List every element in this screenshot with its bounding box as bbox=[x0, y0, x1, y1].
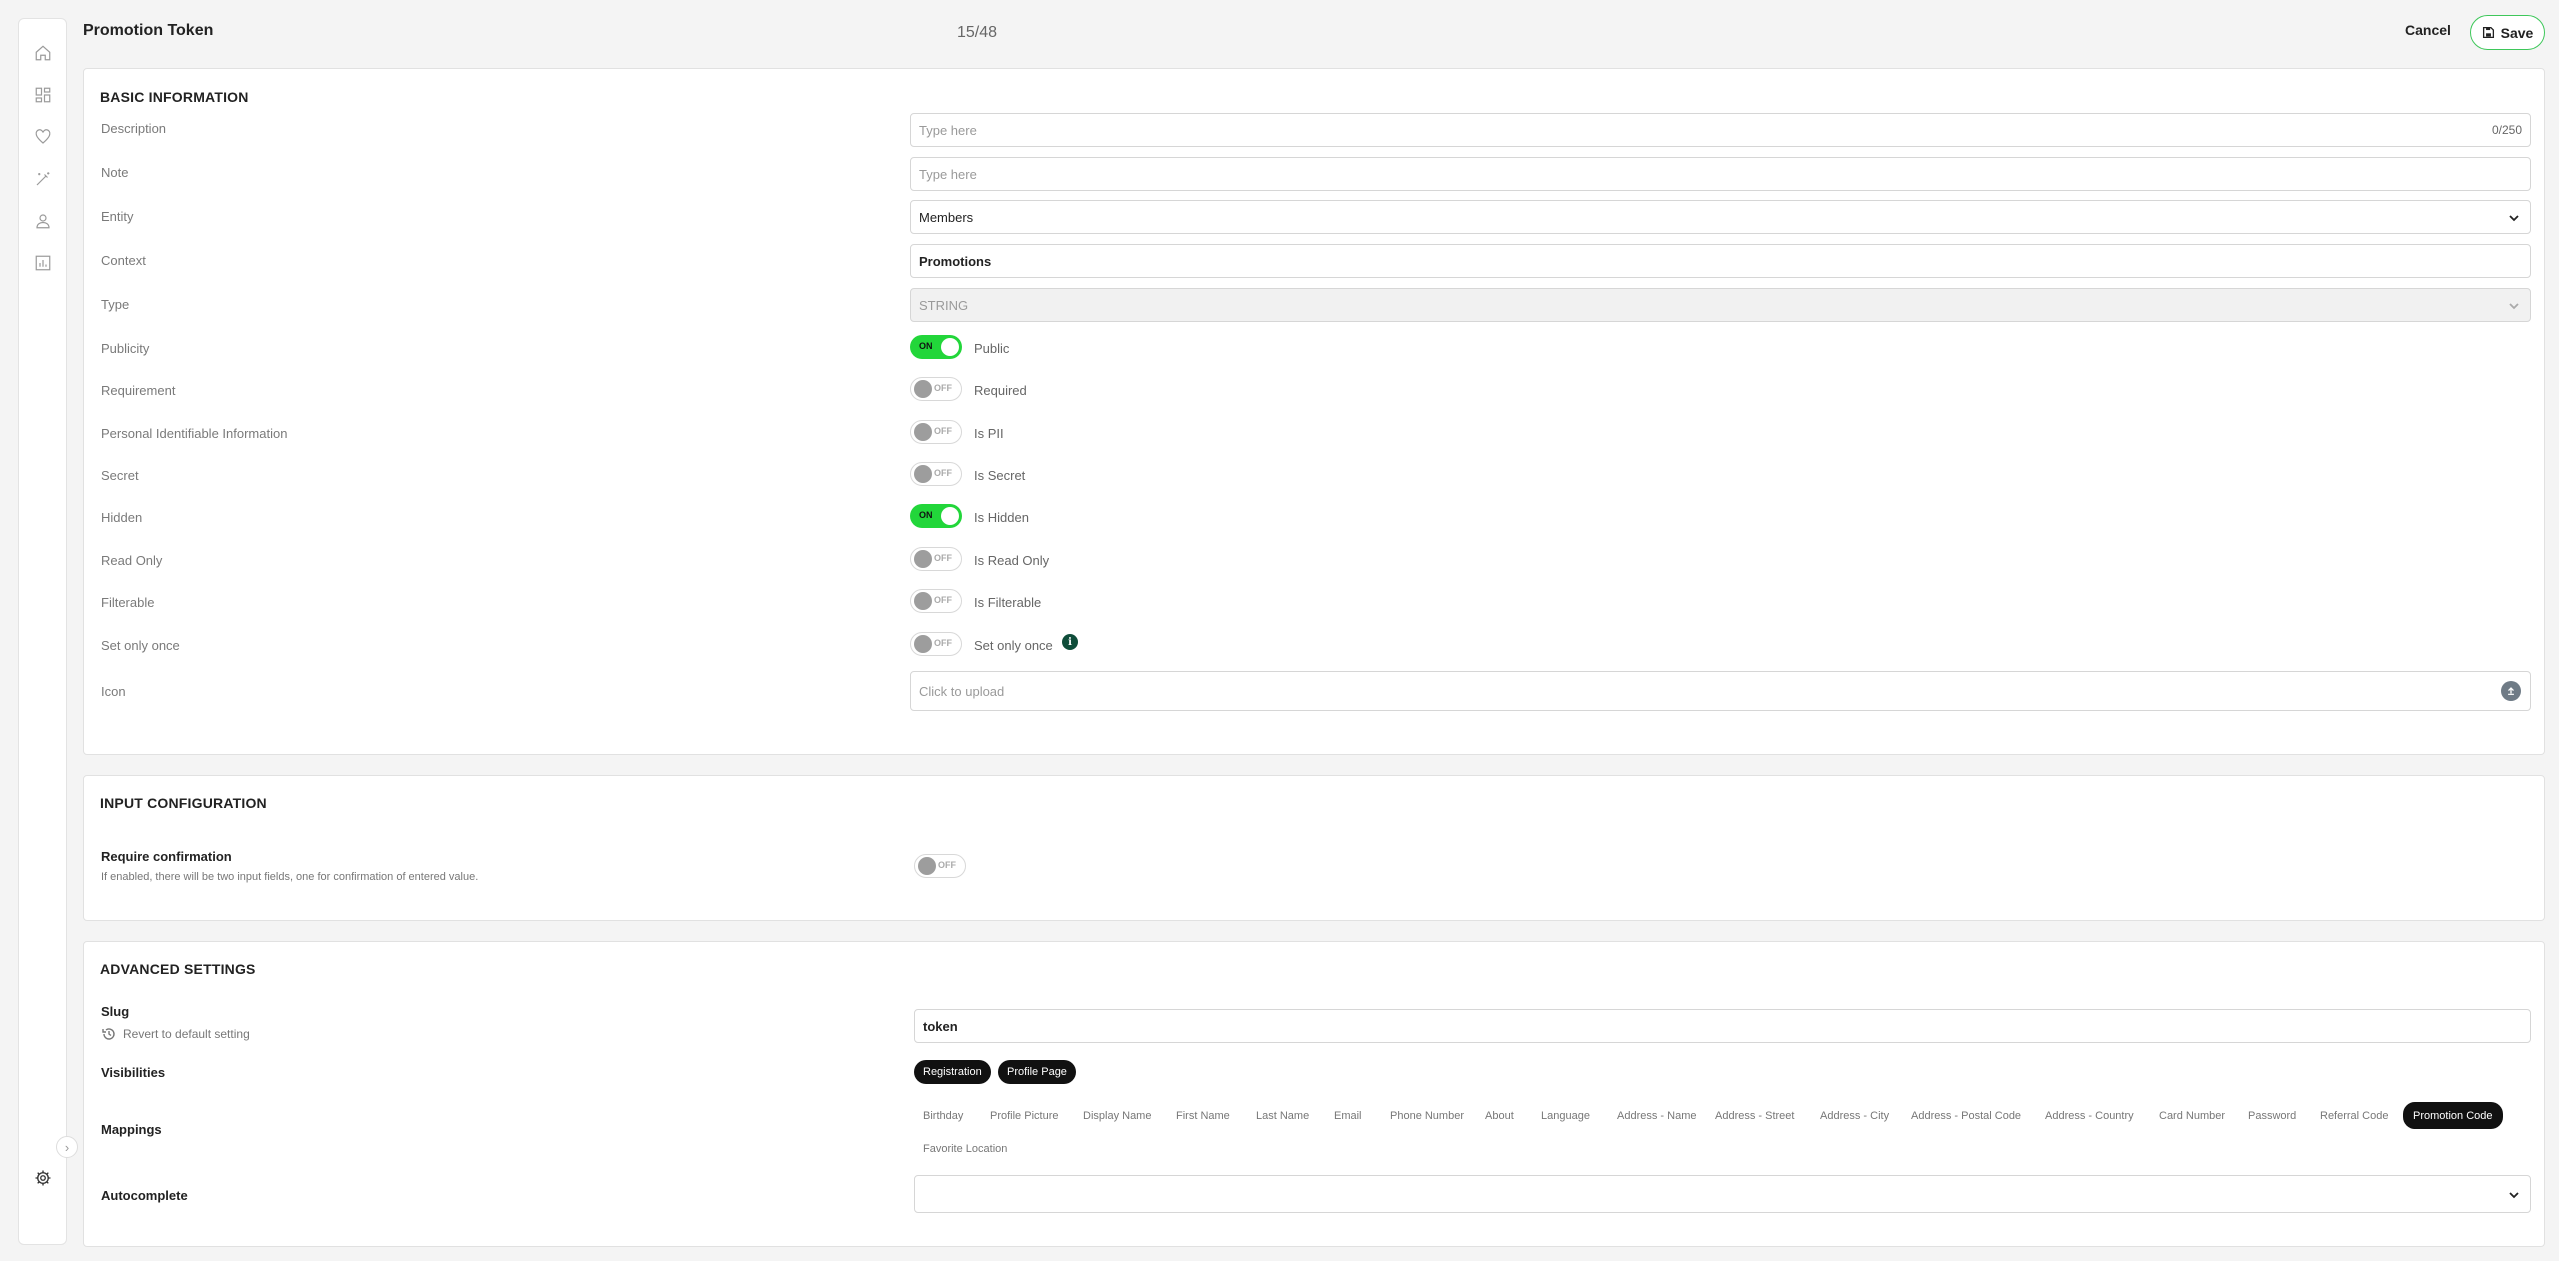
filterable-label: Filterable bbox=[101, 595, 155, 610]
entity-label: Entity bbox=[101, 209, 134, 224]
visibility-chip-profile-page[interactable]: Profile Page bbox=[998, 1060, 1076, 1084]
section-title: BASIC INFORMATION bbox=[100, 89, 249, 105]
section-title: INPUT CONFIGURATION bbox=[100, 795, 267, 811]
page-title: Promotion Token bbox=[83, 22, 214, 39]
mapping-chip-first-name[interactable]: First Name bbox=[1167, 1104, 1239, 1128]
mapping-chip-birthday[interactable]: Birthday bbox=[914, 1104, 972, 1128]
context-input[interactable]: Promotions bbox=[910, 244, 2531, 278]
mapping-chip-favorite-location[interactable]: Favorite Location bbox=[914, 1137, 1016, 1161]
note-label: Note bbox=[101, 165, 129, 180]
save-label: Save bbox=[2500, 24, 2534, 41]
mapping-chip-profile-picture[interactable]: Profile Picture bbox=[981, 1104, 1067, 1128]
filterable-toggle[interactable]: OFF bbox=[910, 589, 962, 613]
char-counter: 0/250 bbox=[2491, 123, 2522, 137]
publicity-toggle[interactable]: ON bbox=[910, 335, 962, 359]
mapping-chip-address-postal-code[interactable]: Address - Postal Code bbox=[1902, 1104, 2030, 1128]
secret-label: Secret bbox=[101, 468, 139, 483]
read-only-text: Is Read Only bbox=[974, 553, 1050, 568]
mapping-chip-password[interactable]: Password bbox=[2239, 1104, 2305, 1128]
slug-input[interactable]: token bbox=[914, 1009, 2531, 1043]
secret-toggle[interactable]: OFF bbox=[910, 462, 962, 486]
require-confirmation-hint: If enabled, there will be two input fiel… bbox=[101, 871, 479, 883]
icon-label: Icon bbox=[101, 684, 126, 699]
filterable-text: Is Filterable bbox=[974, 595, 1042, 610]
set-only-once-text: Set only once bbox=[974, 638, 1053, 653]
chevron-down-icon bbox=[2509, 1192, 2519, 1199]
save-icon bbox=[2482, 26, 2494, 39]
hidden-label: Hidden bbox=[101, 510, 143, 525]
header: Promotion Token 15/48 Cancel Save bbox=[83, 0, 2545, 66]
mapping-chip-email[interactable]: Email bbox=[1325, 1104, 1371, 1128]
visibility-chip-registration[interactable]: Registration bbox=[914, 1060, 991, 1084]
type-label: Type bbox=[101, 297, 130, 312]
read-only-toggle[interactable]: OFF bbox=[910, 547, 962, 571]
visibilities-label: Visibilities bbox=[101, 1065, 166, 1080]
publicity-text: Public bbox=[974, 341, 1010, 356]
note-input[interactable]: Type here bbox=[910, 157, 2531, 191]
requirement-toggle[interactable]: OFF bbox=[910, 377, 962, 401]
secret-text: Is Secret bbox=[974, 468, 1026, 483]
mapping-chip-referral-code[interactable]: Referral Code bbox=[2311, 1104, 2397, 1128]
save-button[interactable]: Save bbox=[2470, 15, 2545, 50]
chevron-right-icon: › bbox=[64, 1139, 70, 1155]
upload-icon[interactable] bbox=[2501, 681, 2521, 701]
read-only-label: Read Only bbox=[101, 553, 163, 568]
pii-label: Personal Identifiable Information bbox=[101, 426, 288, 441]
require-confirmation-toggle[interactable]: OFF bbox=[914, 854, 966, 878]
hidden-toggle[interactable]: ON bbox=[910, 504, 962, 528]
mapping-chip-display-name[interactable]: Display Name bbox=[1074, 1104, 1160, 1128]
input-configuration-panel: INPUT CONFIGURATION Require confirmation… bbox=[83, 775, 2545, 921]
gear-icon[interactable] bbox=[31, 1166, 55, 1190]
user-icon[interactable] bbox=[31, 209, 55, 233]
requirement-text: Required bbox=[974, 383, 1027, 398]
dashboard-icon[interactable] bbox=[31, 83, 55, 107]
publicity-label: Publicity bbox=[101, 341, 150, 356]
sidebar bbox=[18, 18, 67, 1245]
record-counter: 15/48 bbox=[957, 24, 998, 41]
type-select: STRING bbox=[910, 288, 2531, 322]
set-only-once-label: Set only once bbox=[101, 638, 180, 653]
icon-upload[interactable]: Click to upload bbox=[910, 671, 2531, 711]
autocomplete-select[interactable] bbox=[914, 1175, 2531, 1213]
chevron-down-icon bbox=[2509, 303, 2519, 310]
heart-icon[interactable] bbox=[31, 125, 55, 149]
magic-wand-icon[interactable] bbox=[31, 167, 55, 191]
mapping-chip-phone-number[interactable]: Phone Number bbox=[1381, 1104, 1473, 1128]
info-icon[interactable]: i bbox=[1062, 634, 1078, 650]
cancel-button[interactable]: Cancel bbox=[2405, 22, 2451, 38]
mapping-chip-last-name[interactable]: Last Name bbox=[1247, 1104, 1318, 1128]
mapping-chip-language[interactable]: Language bbox=[1532, 1104, 1599, 1128]
mapping-chip-address-street[interactable]: Address - Street bbox=[1706, 1104, 1803, 1128]
entity-select[interactable]: Members bbox=[910, 200, 2531, 234]
pii-text: Is PII bbox=[974, 426, 1004, 441]
autocomplete-label: Autocomplete bbox=[101, 1188, 188, 1203]
description-input[interactable]: Type here 0/250 bbox=[910, 113, 2531, 147]
require-confirmation-label: Require confirmation bbox=[101, 849, 232, 864]
hidden-text: Is Hidden bbox=[974, 510, 1029, 525]
advanced-settings-panel: ADVANCED SETTINGS Slug Revert to default… bbox=[83, 941, 2545, 1247]
mapping-chip-address-country[interactable]: Address - Country bbox=[2036, 1104, 2143, 1128]
mapping-chip-address-city[interactable]: Address - City bbox=[1811, 1104, 1898, 1128]
chevron-down-icon bbox=[2509, 215, 2519, 222]
mapping-chip-card-number[interactable]: Card Number bbox=[2150, 1104, 2234, 1128]
requirement-label: Requirement bbox=[101, 383, 176, 398]
mappings-label: Mappings bbox=[101, 1122, 162, 1137]
mapping-chip-promotion-code[interactable]: Promotion Code bbox=[2403, 1102, 2503, 1129]
report-icon[interactable] bbox=[31, 251, 55, 275]
revert-default-link[interactable]: Revert to default setting bbox=[101, 1026, 250, 1042]
basic-information-panel: BASIC INFORMATION Description Type here … bbox=[83, 68, 2545, 755]
history-icon bbox=[102, 1028, 115, 1040]
slug-label: Slug bbox=[101, 1004, 130, 1019]
sidebar-expand-button[interactable]: › bbox=[56, 1136, 78, 1158]
mapping-chip-about[interactable]: About bbox=[1476, 1104, 1523, 1128]
home-icon[interactable] bbox=[31, 41, 55, 65]
context-label: Context bbox=[101, 253, 146, 268]
set-only-once-toggle[interactable]: OFF bbox=[910, 632, 962, 656]
pii-toggle[interactable]: OFF bbox=[910, 420, 962, 444]
section-title: ADVANCED SETTINGS bbox=[100, 961, 256, 977]
description-label: Description bbox=[101, 121, 167, 136]
mapping-chip-address-name[interactable]: Address - Name bbox=[1608, 1104, 1705, 1128]
